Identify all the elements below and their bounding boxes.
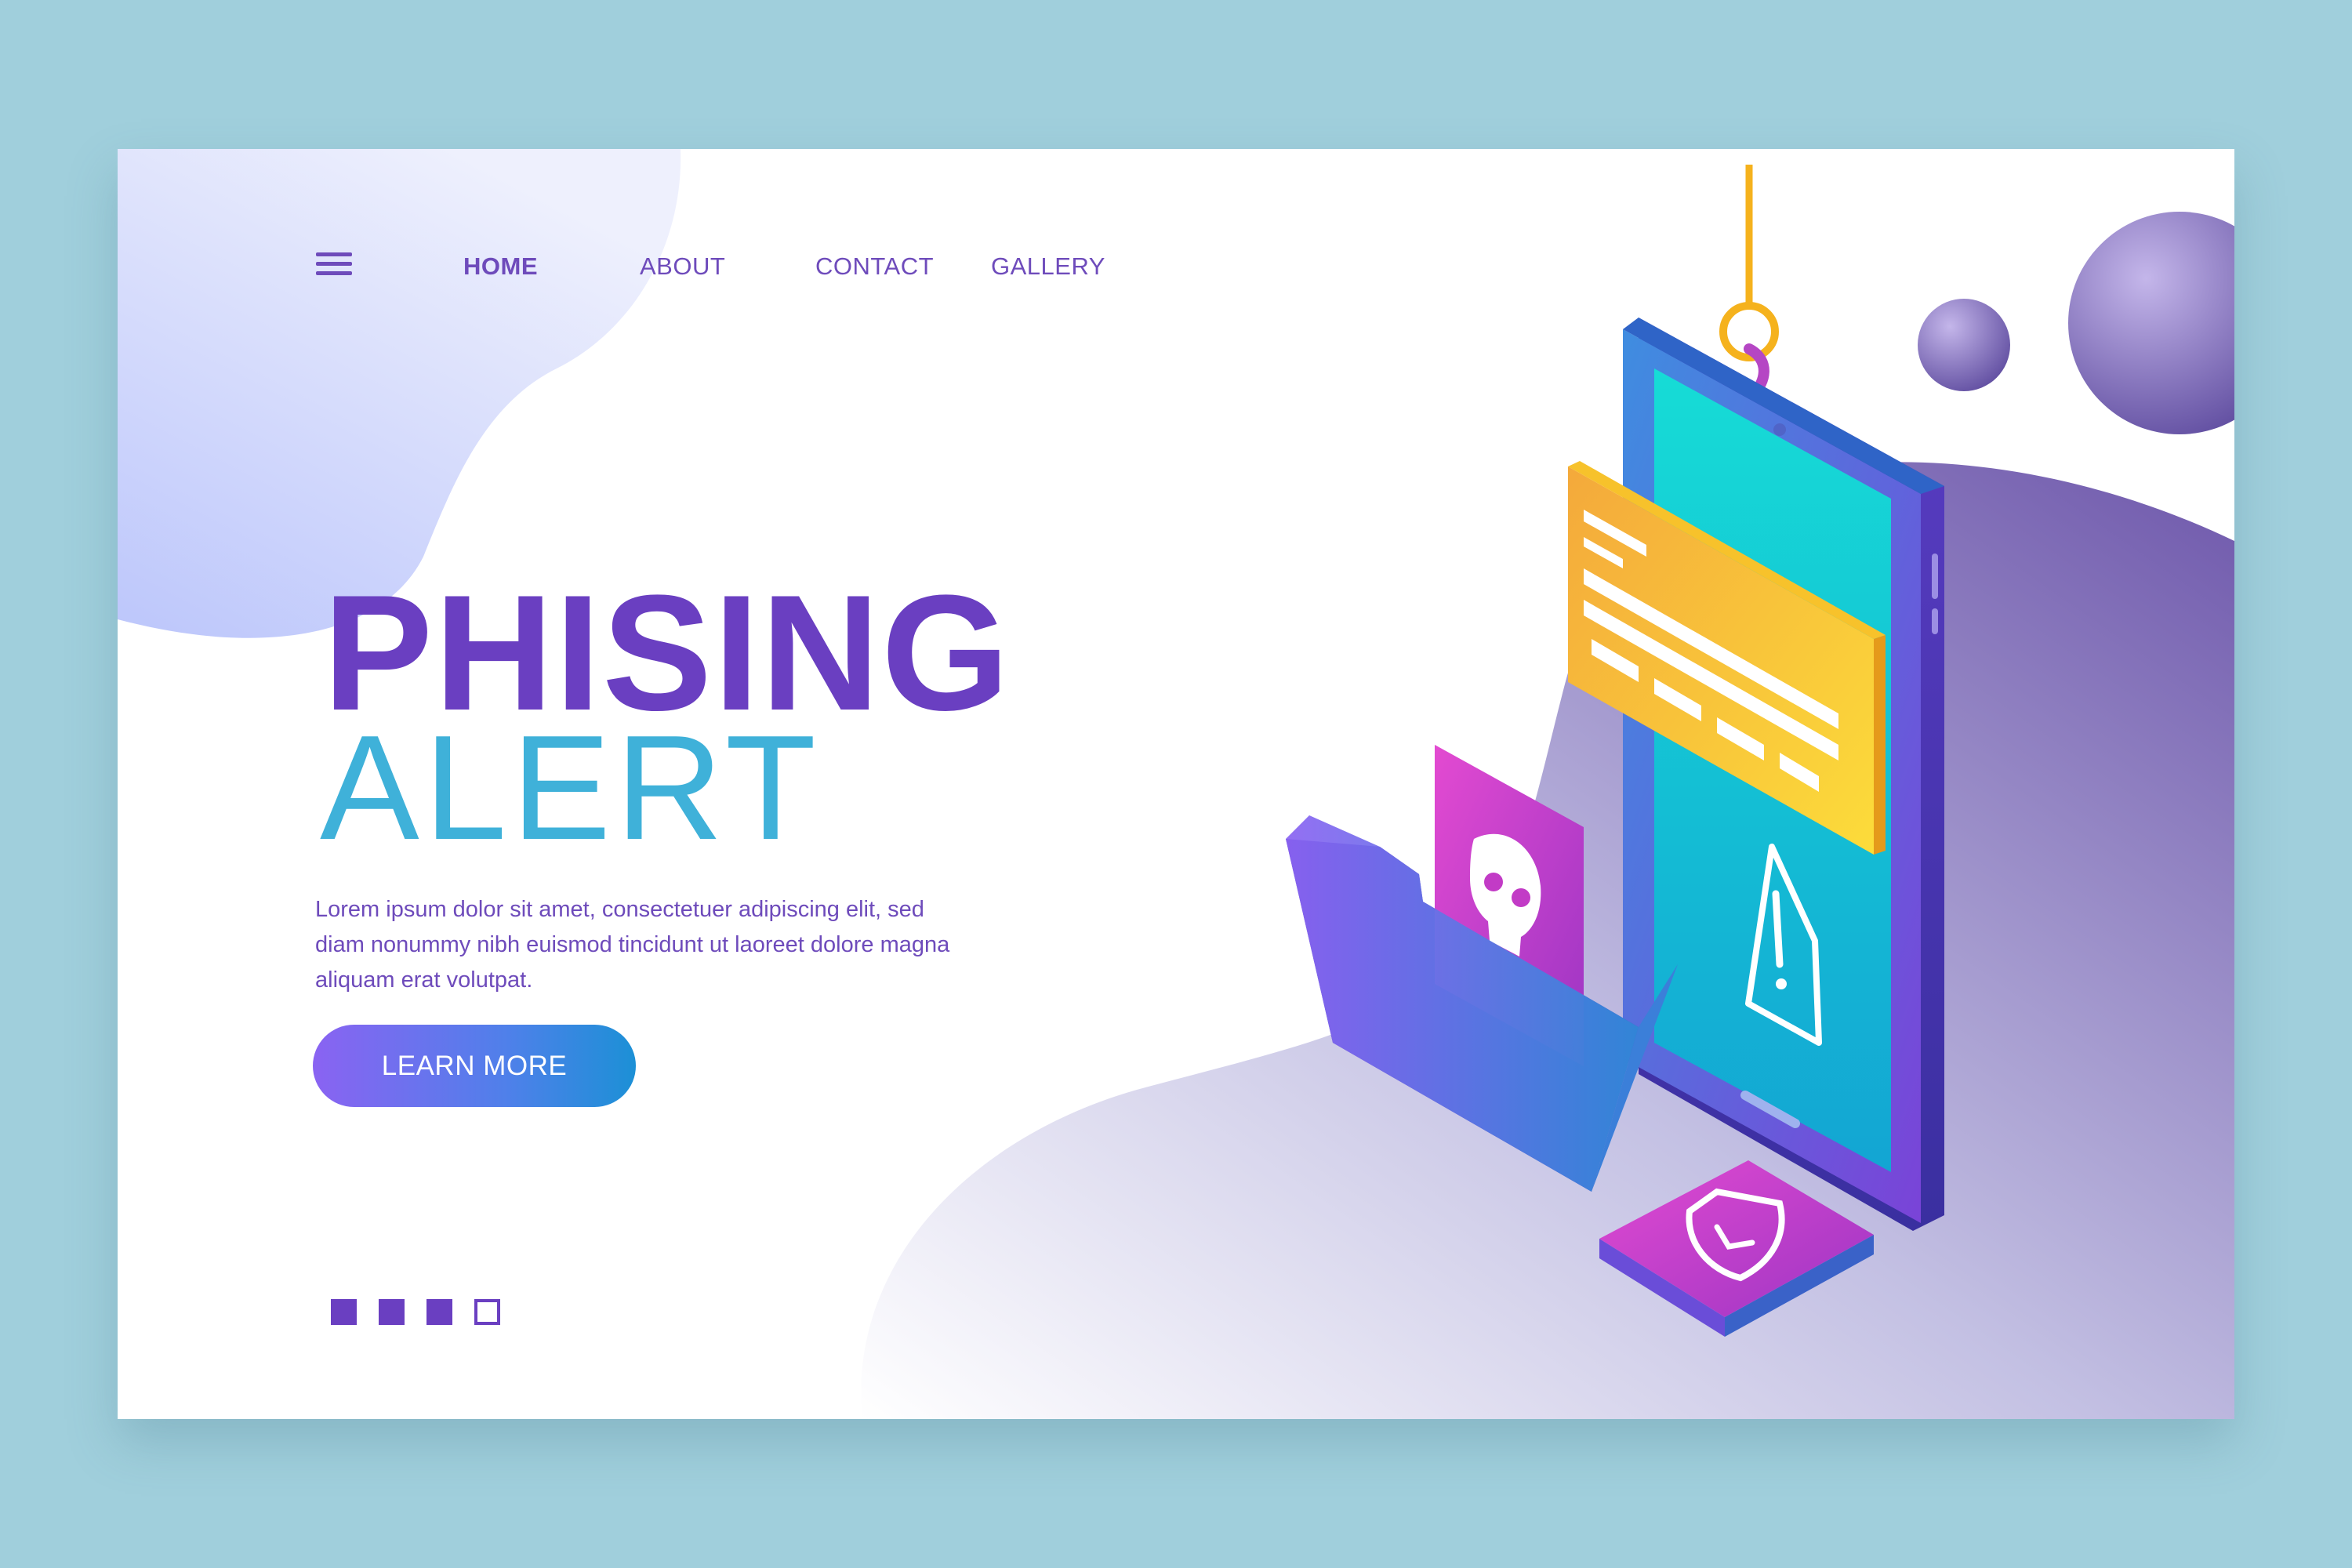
phishing-illustration [1286,165,1944,1337]
landing-card: HOME ABOUT CONTACT GALLERY PHISING ALERT… [118,149,2234,1419]
shield-check-icon [1599,1160,1874,1337]
folder-icon [1286,745,1678,1192]
